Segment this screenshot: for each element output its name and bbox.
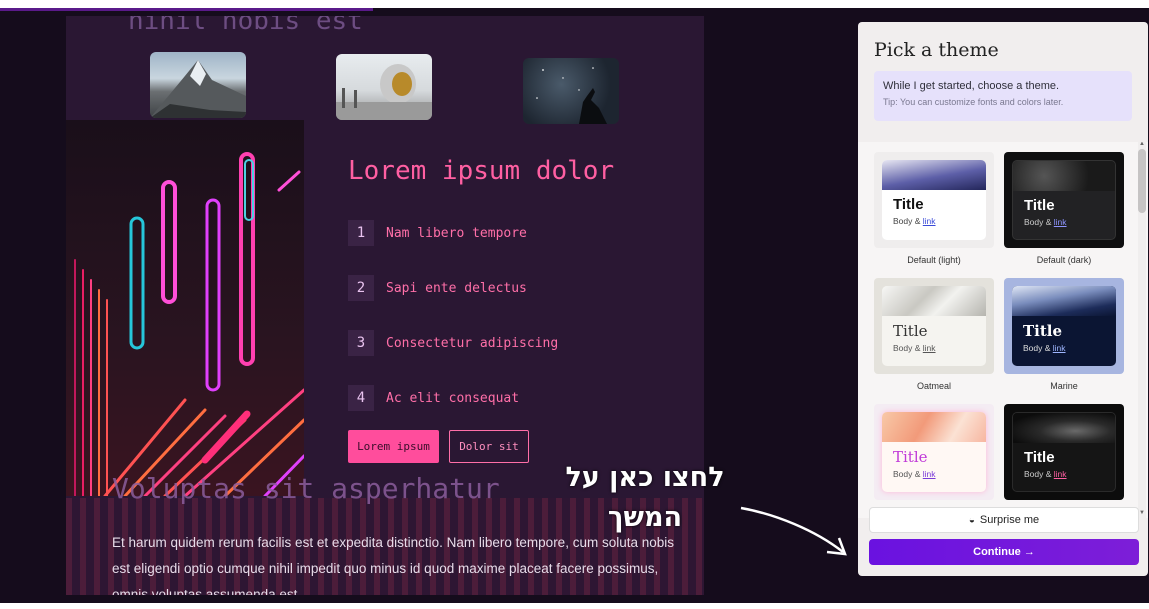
- list-number: 4: [348, 385, 374, 411]
- theme-card-body: Body &: [1024, 217, 1052, 227]
- body-paragraph: Et harum quidem rerum facilis est et exp…: [112, 535, 674, 595]
- scroll-down-icon[interactable]: ▼: [1139, 510, 1145, 516]
- annotation-arrow-icon: [740, 506, 847, 556]
- theme-card-link: link: [1053, 469, 1067, 479]
- list-item: 3 Consectetur adipiscing: [348, 330, 558, 356]
- surprise-me-label: Surprise me: [979, 514, 1040, 526]
- theme-card-link: link: [922, 469, 936, 479]
- theme-card-title: Title: [893, 322, 928, 340]
- theme-card-body: Body &: [893, 469, 921, 479]
- theme-card-title: Title: [893, 448, 928, 466]
- theme-card-link: link: [922, 216, 936, 226]
- theme-list[interactable]: Title Body & link Default (light) Title …: [858, 142, 1148, 518]
- scroll-up-icon[interactable]: ▲: [1139, 142, 1145, 147]
- list-text: Nam libero tempore: [386, 225, 527, 241]
- list-text: Ac elit consequat: [386, 390, 520, 406]
- theme-card-link: link: [922, 343, 936, 353]
- annotation-line-1: לחצו כאן על: [565, 462, 725, 493]
- preview-outline-button[interactable]: Dolor sit: [449, 430, 529, 463]
- mountain-thumbnail: [150, 52, 246, 118]
- theme-card-title: Title: [893, 196, 924, 213]
- theme-card-body: Body &: [893, 343, 921, 353]
- theme-card-default-light[interactable]: Title Body & link: [874, 152, 994, 248]
- list-item: 4 Ac elit consequat: [348, 385, 519, 411]
- notice-text: While I get started, choose a theme.: [883, 80, 1060, 92]
- theme-caption: Default (dark): [1036, 255, 1092, 265]
- theme-card-title: Title: [1023, 322, 1063, 340]
- notice-tip: Tip: You can customize fonts and colors …: [883, 97, 1064, 107]
- panel-title: Pick a theme: [874, 39, 999, 61]
- theme-caption: Marine: [1050, 381, 1078, 391]
- theme-card-peach[interactable]: Title Body & link: [874, 404, 994, 500]
- theme-card-body: Body &: [1023, 343, 1051, 353]
- theme-caption: Default (light): [907, 255, 961, 265]
- annotation-line-2: המשך: [607, 502, 683, 533]
- theme-card-title: Title: [1024, 197, 1055, 214]
- list-number: 3: [348, 330, 374, 356]
- theme-caption: Oatmeal: [916, 381, 951, 391]
- theme-card-body: Body &: [893, 216, 921, 226]
- list-text: Consectetur adipiscing: [386, 335, 559, 351]
- list-number: 2: [348, 275, 374, 301]
- scrollbar-thumb[interactable]: [1138, 149, 1146, 213]
- astronaut-thumbnail: [336, 54, 432, 120]
- list-text: Sapi ente delectus: [386, 280, 527, 296]
- theme-picker-panel: Pick a theme While I get started, choose…: [858, 22, 1148, 576]
- info-notice: While I get started, choose a theme. Tip…: [874, 71, 1132, 121]
- hero-heading: Lorem ipsum dolor: [348, 156, 615, 186]
- theme-card-oatmeal[interactable]: Title Body & link: [874, 278, 994, 374]
- list-item: 2 Sapi ente delectus: [348, 275, 527, 301]
- ghost-title: nihil nobis est: [128, 16, 363, 36]
- theme-card-default-dark[interactable]: Title Body & link: [1004, 152, 1124, 248]
- preview-primary-button[interactable]: Lorem ipsum: [348, 430, 439, 463]
- neon-lights-image: [66, 120, 304, 496]
- theme-card-title: Title: [1024, 449, 1055, 466]
- theme-card-gloss-dark[interactable]: Title Body & link: [1004, 404, 1124, 500]
- continue-button[interactable]: Continue →: [869, 539, 1139, 565]
- theme-card-link: link: [1052, 343, 1066, 353]
- list-item: 1 Nam libero tempore: [348, 220, 527, 246]
- theme-card-marine[interactable]: Title Body & link: [1004, 278, 1124, 374]
- ghost-heading: Voluptas sit asperhatur: [112, 472, 500, 505]
- dice-icon: ◒: [968, 514, 975, 526]
- theme-card-link: link: [1053, 217, 1067, 227]
- theme-card-body: Body &: [1024, 469, 1052, 479]
- night-sky-thumbnail: [523, 58, 619, 124]
- list-number: 1: [348, 220, 374, 246]
- surprise-me-button[interactable]: ◒ Surprise me: [869, 507, 1139, 533]
- top-accent-bar: [0, 8, 373, 11]
- instruction-annotation: לחצו כאן על המשך: [545, 458, 745, 538]
